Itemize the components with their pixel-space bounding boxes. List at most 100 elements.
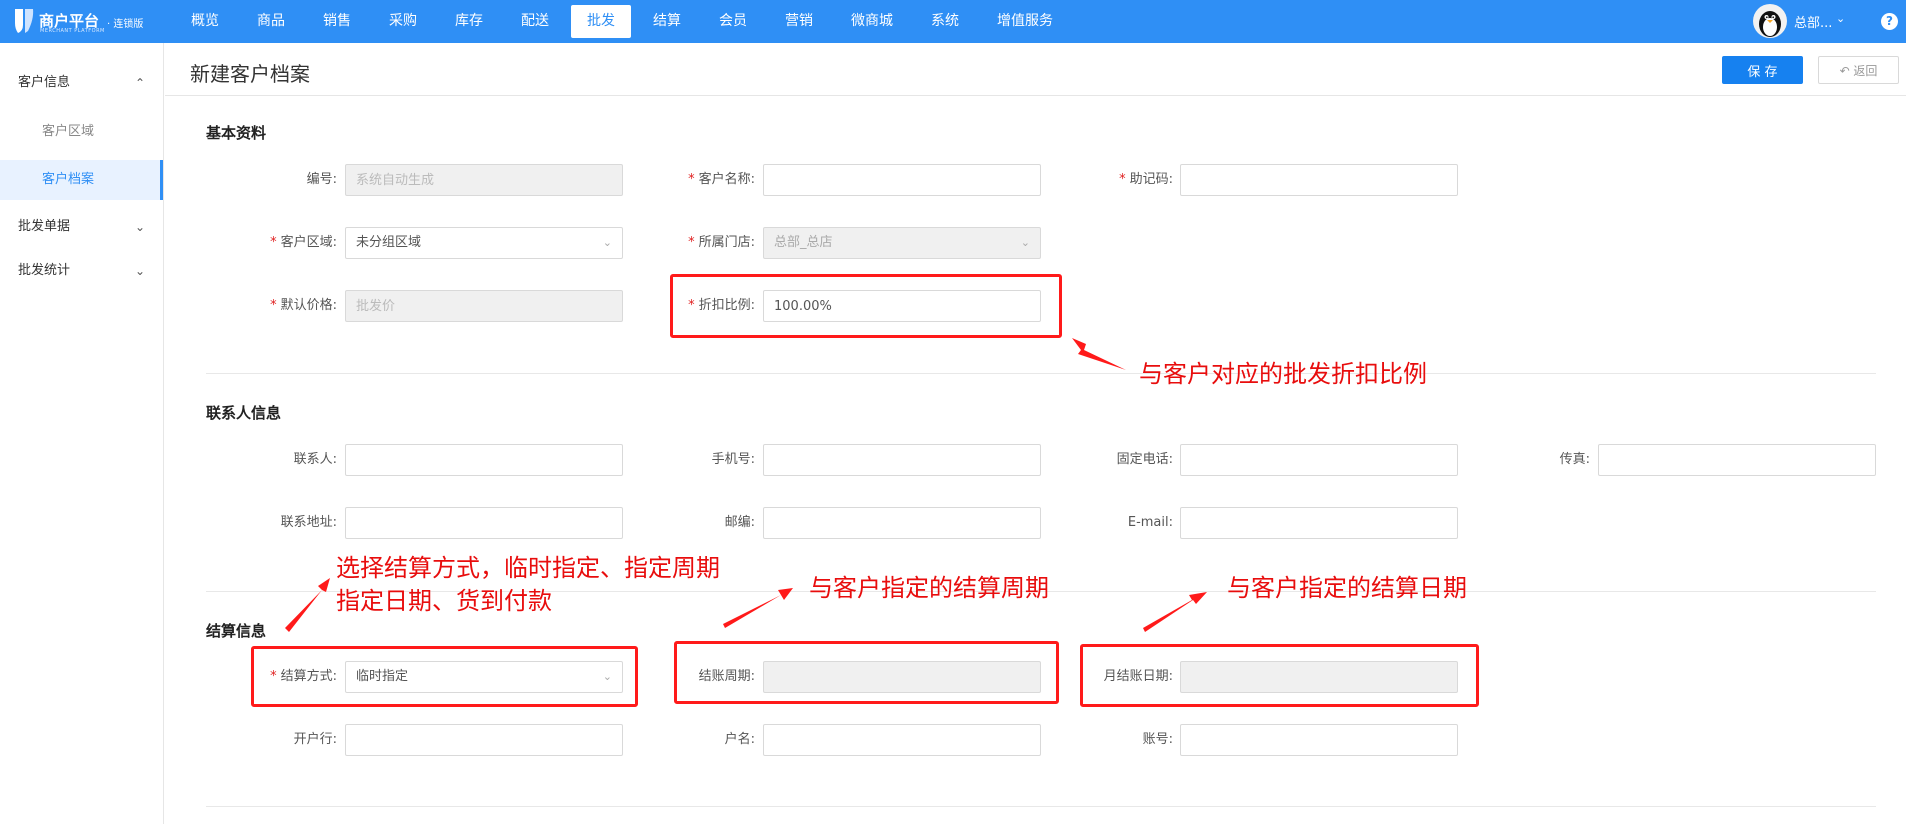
account-name-label: 户名: bbox=[724, 732, 755, 747]
nav-item-overview[interactable]: 概览 bbox=[175, 0, 235, 43]
monthly-billing-day-input bbox=[1180, 661, 1458, 693]
user-name[interactable]: 总部... bbox=[1794, 12, 1832, 31]
top-navigation-bar: 商户平台 · 连锁版 MERCHANT PLATFORM 概览 商品 销售 采购… bbox=[0, 0, 1906, 43]
chevron-down-icon: ⌄ bbox=[1020, 236, 1030, 249]
nav-item-wholesale[interactable]: 批发 bbox=[571, 5, 631, 38]
sidebar-group-wholesale-docs[interactable]: 批发单据 ⌄ bbox=[0, 209, 163, 245]
section-divider bbox=[206, 373, 1876, 374]
back-button[interactable]: ↶ 返回 bbox=[1818, 56, 1899, 84]
code-label: 编号: bbox=[306, 172, 337, 187]
chevron-down-icon: ⌄ bbox=[134, 220, 145, 234]
annotation-arrow-settlement-method bbox=[285, 578, 330, 632]
nav-item-purchase[interactable]: 采购 bbox=[373, 0, 433, 43]
account-number-label: 账号: bbox=[1142, 732, 1173, 747]
postcode-input[interactable] bbox=[763, 507, 1041, 539]
store-label: * 所属门店: bbox=[688, 235, 755, 250]
annotation-arrow-billing-cycle bbox=[723, 588, 793, 628]
postcode-label: 邮编: bbox=[724, 515, 755, 530]
default-price-label: * 默认价格: bbox=[270, 298, 337, 313]
store-select: 总部_总店 ⌄ bbox=[763, 227, 1041, 259]
annotation-note-discount: 与客户对应的批发折扣比例 bbox=[1139, 360, 1427, 388]
customer-name-label: * 客户名称: bbox=[688, 172, 755, 187]
annotation-arrow-billing-day bbox=[1143, 592, 1207, 632]
annotation-arrows bbox=[285, 338, 1207, 632]
nav-item-sales[interactable]: 销售 bbox=[307, 0, 367, 43]
header-divider bbox=[165, 95, 1906, 96]
save-button[interactable]: 保 存 bbox=[1722, 56, 1803, 84]
discount-input[interactable] bbox=[763, 290, 1041, 322]
sidebar: 客户信息 ⌃ 客户区域 客户档案 批发单据 ⌄ 批发统计 ⌄ bbox=[0, 43, 164, 824]
brand-logo-icon bbox=[15, 9, 34, 33]
page-title: 新建客户档案 bbox=[190, 62, 310, 86]
settlement-method-value: 临时指定 bbox=[356, 669, 409, 684]
annotation-arrow-discount bbox=[1072, 338, 1126, 370]
brand-logo[interactable]: 商户平台 · 连锁版 MERCHANT PLATFORM bbox=[12, 6, 144, 36]
nav-item-marketing[interactable]: 营销 bbox=[769, 0, 829, 43]
sidebar-group-label: 批发统计 bbox=[18, 263, 71, 278]
address-label: 联系地址: bbox=[280, 515, 337, 530]
section-title-basic: 基本资料 bbox=[206, 124, 267, 142]
billing-cycle-input bbox=[763, 661, 1041, 693]
mobile-label: 手机号: bbox=[711, 452, 755, 467]
account-name-input[interactable] bbox=[763, 724, 1041, 756]
monthly-billing-day-label: 月结账日期: bbox=[1103, 669, 1173, 684]
settlement-method-label: * 结算方式: bbox=[270, 669, 337, 684]
settlement-method-select[interactable]: 临时指定 ⌄ bbox=[345, 661, 623, 693]
fax-input[interactable] bbox=[1598, 444, 1876, 476]
contact-person-label: 联系人: bbox=[293, 452, 337, 467]
address-input[interactable] bbox=[345, 507, 623, 539]
customer-region-label: * 客户区域: bbox=[270, 235, 337, 250]
bank-label: 开户行: bbox=[293, 732, 337, 747]
chevron-down-icon: ⌄ bbox=[602, 670, 612, 683]
section-divider bbox=[206, 806, 1876, 807]
sidebar-group-label: 批发单据 bbox=[18, 219, 71, 234]
sidebar-group-wholesale-stats[interactable]: 批发统计 ⌄ bbox=[0, 253, 163, 289]
brand-edition: · 连锁版 bbox=[107, 19, 144, 30]
annotation-note-method-line2: 指定日期、货到付款 bbox=[336, 587, 552, 615]
main-nav: 概览 商品 销售 采购 库存 配送 批发 结算 会员 营销 微商城 系统 增值服… bbox=[175, 0, 1075, 43]
customer-region-select[interactable]: 未分组区域 ⌄ bbox=[345, 227, 623, 259]
annotation-note-billing-cycle: 与客户指定的结算周期 bbox=[809, 574, 1049, 602]
chevron-down-icon: ⌄ bbox=[134, 264, 145, 278]
account-number-input[interactable] bbox=[1180, 724, 1458, 756]
penguin-avatar-icon bbox=[1759, 11, 1781, 37]
sidebar-item-customer-profile[interactable]: 客户档案 bbox=[0, 160, 163, 200]
landline-label: 固定电话: bbox=[1116, 452, 1173, 467]
chevron-up-icon: ⌃ bbox=[134, 76, 145, 90]
mnemonic-label: * 助记码: bbox=[1119, 172, 1173, 187]
email-input[interactable] bbox=[1180, 507, 1458, 539]
section-title-contact: 联系人信息 bbox=[206, 404, 282, 422]
billing-cycle-label: 结账周期: bbox=[698, 669, 755, 684]
sidebar-group-customer-info[interactable]: 客户信息 ⌃ bbox=[0, 65, 163, 101]
sidebar-item-customer-region[interactable]: 客户区域 bbox=[0, 112, 163, 152]
nav-item-products[interactable]: 商品 bbox=[241, 0, 301, 43]
email-label: E-mail: bbox=[1127, 515, 1173, 530]
nav-item-system[interactable]: 系统 bbox=[915, 0, 975, 43]
nav-item-settlement[interactable]: 结算 bbox=[637, 0, 697, 43]
annotation-note-billing-day: 与客户指定的结算日期 bbox=[1227, 574, 1467, 602]
nav-item-value-added[interactable]: 增值服务 bbox=[981, 0, 1069, 43]
nav-item-distribution[interactable]: 配送 bbox=[505, 0, 565, 43]
chevron-down-icon[interactable]: ⌄ bbox=[1836, 12, 1845, 25]
sidebar-group-label: 客户信息 bbox=[18, 75, 71, 90]
nav-item-micro-mall[interactable]: 微商城 bbox=[835, 0, 909, 43]
contact-person-input[interactable] bbox=[345, 444, 623, 476]
nav-item-inventory[interactable]: 库存 bbox=[439, 0, 499, 43]
discount-label: * 折扣比例: bbox=[688, 298, 755, 313]
annotation-note-method-line1: 选择结算方式，临时指定、指定周期 bbox=[336, 554, 720, 582]
chevron-down-icon: ⌄ bbox=[602, 236, 612, 249]
customer-region-value: 未分组区域 bbox=[356, 235, 422, 250]
mobile-input[interactable] bbox=[763, 444, 1041, 476]
help-icon[interactable]: ? bbox=[1881, 13, 1898, 30]
brand-subtitle: MERCHANT PLATFORM bbox=[40, 28, 105, 34]
nav-item-members[interactable]: 会员 bbox=[703, 0, 763, 43]
code-input bbox=[345, 164, 623, 196]
store-value: 总部_总店 bbox=[774, 235, 833, 250]
mnemonic-input[interactable] bbox=[1180, 164, 1458, 196]
section-title-settlement: 结算信息 bbox=[206, 622, 267, 640]
bank-input[interactable] bbox=[345, 724, 623, 756]
customer-name-input[interactable] bbox=[763, 164, 1041, 196]
landline-input[interactable] bbox=[1180, 444, 1458, 476]
user-avatar[interactable] bbox=[1753, 4, 1787, 38]
fax-label: 传真: bbox=[1559, 452, 1590, 467]
